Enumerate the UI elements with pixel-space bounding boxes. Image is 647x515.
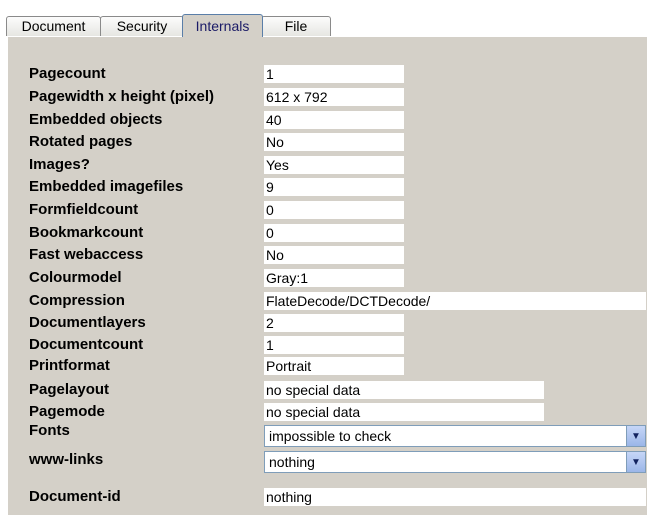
pagesize-label: Pagewidth x height (pixel) — [29, 88, 215, 105]
fast-webaccess-label: Fast webaccess — [29, 246, 144, 263]
fonts-select-value: impossible to check — [269, 428, 392, 444]
pagelayout-value: no special data — [264, 381, 544, 399]
rotated-pages-value: No — [264, 133, 404, 151]
bookmarkcount-label: Bookmarkcount — [29, 224, 144, 241]
documentcount-value: 1 — [264, 336, 404, 354]
tab-security[interactable]: Security — [100, 16, 184, 36]
fast-webaccess-value: No — [264, 246, 404, 264]
bookmarkcount-value: 0 — [264, 224, 404, 242]
documentlayers-label: Documentlayers — [29, 314, 146, 331]
tab-internals[interactable]: Internals — [182, 14, 263, 37]
images-value: Yes — [264, 156, 404, 174]
pagesize-value: 612 x 792 — [264, 88, 404, 106]
internals-panel: Pagecount 1 Pagewidth x height (pixel) 6… — [7, 36, 647, 515]
rotated-pages-label: Rotated pages — [29, 133, 133, 150]
embedded-objects-value: 40 — [264, 111, 404, 129]
embedded-imagefiles-value: 9 — [264, 178, 404, 196]
colourmodel-value: Gray:1 — [264, 269, 404, 287]
fonts-label: Fonts — [29, 422, 70, 439]
compression-label: Compression — [29, 292, 125, 309]
document-id-value: nothing — [264, 488, 646, 506]
tab-document[interactable]: Document — [6, 16, 101, 36]
pagecount-value: 1 — [264, 65, 404, 83]
compression-value: FlateDecode/DCTDecode/ — [264, 292, 646, 310]
documentcount-label: Documentcount — [29, 336, 144, 353]
formfieldcount-label: Formfieldcount — [29, 201, 139, 218]
fonts-select[interactable]: impossible to check ▼ — [264, 425, 646, 447]
printformat-label: Printformat — [29, 357, 110, 374]
www-links-select[interactable]: nothing ▼ — [264, 451, 646, 473]
pagemode-label: Pagemode — [29, 403, 105, 420]
www-links-label: www-links — [29, 451, 104, 468]
www-links-select-value: nothing — [269, 454, 315, 470]
colourmodel-label: Colourmodel — [29, 269, 122, 286]
chevron-down-icon[interactable]: ▼ — [626, 426, 645, 446]
images-label: Images? — [29, 156, 90, 173]
documentlayers-value: 2 — [264, 314, 404, 332]
formfieldcount-value: 0 — [264, 201, 404, 219]
printformat-value: Portrait — [264, 357, 404, 375]
embedded-objects-label: Embedded objects — [29, 111, 163, 128]
tab-strip: Document Security Internals File — [4, 10, 647, 37]
chevron-down-icon[interactable]: ▼ — [626, 452, 645, 472]
tab-file[interactable]: File — [261, 16, 331, 36]
pagecount-label: Pagecount — [29, 65, 106, 82]
embedded-imagefiles-label: Embedded imagefiles — [29, 178, 184, 195]
pagemode-value: no special data — [264, 403, 544, 421]
pagelayout-label: Pagelayout — [29, 381, 110, 398]
document-id-label: Document-id — [29, 488, 121, 505]
